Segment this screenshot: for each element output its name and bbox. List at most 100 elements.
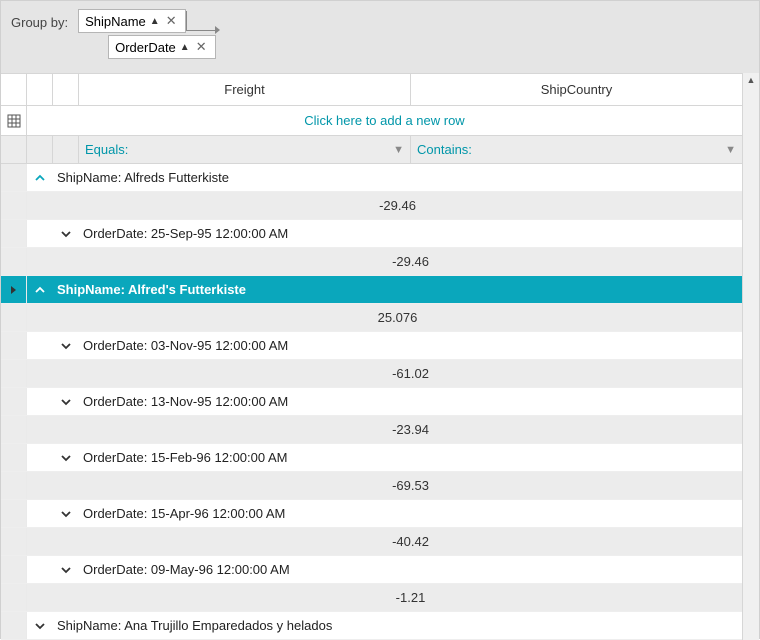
row-header	[1, 612, 27, 639]
subgroup-caption: OrderDate: 03-Nov-95 12:00:00 AM	[79, 332, 742, 359]
current-row-indicator-icon	[11, 286, 16, 294]
summary-value: -61.02	[79, 360, 742, 387]
row-header	[1, 220, 27, 247]
filter-cell-shipcountry[interactable]: Contains: ▼	[411, 136, 742, 163]
expand-toggle[interactable]	[53, 500, 79, 527]
expand-toggle[interactable]	[53, 388, 79, 415]
subgroup-summary-row: -69.53	[1, 472, 742, 500]
indent-spacer	[53, 416, 79, 443]
group-caption: ShipName: Alfreds Futterkiste	[53, 164, 742, 191]
filter-cell-freight[interactable]: Equals: ▼	[79, 136, 411, 163]
data-grid: Group by: ShipName ▲ ✕ OrderDate ▲ ✕	[0, 0, 760, 639]
indent-spacer	[53, 528, 79, 555]
group-chip-label: OrderDate	[115, 40, 176, 55]
subgroup-caption: OrderDate: 13-Nov-95 12:00:00 AM	[79, 388, 742, 415]
indent-spacer	[27, 528, 53, 555]
remove-chip-icon[interactable]: ✕	[164, 13, 179, 29]
sort-asc-icon: ▲	[150, 16, 160, 27]
group-chip-shipname[interactable]: ShipName ▲ ✕	[78, 9, 186, 33]
row-header-spacer	[1, 74, 27, 105]
subgroup-caption: OrderDate: 15-Feb-96 12:00:00 AM	[79, 444, 742, 471]
indent-spacer	[27, 74, 53, 105]
summary-value: -23.94	[79, 416, 742, 443]
column-header-shipcountry[interactable]: ShipCountry	[411, 74, 742, 105]
subgroup-row[interactable]: OrderDate: 25-Sep-95 12:00:00 AM	[1, 220, 742, 248]
summary-value: -69.53	[79, 472, 742, 499]
expand-toggle[interactable]	[53, 444, 79, 471]
expand-toggle[interactable]	[53, 220, 79, 247]
summary-value: -29.46	[53, 192, 742, 219]
indent-spacer	[53, 472, 79, 499]
filter-funnel-icon[interactable]: ▼	[393, 144, 404, 156]
row-header	[1, 332, 27, 359]
summary-value: -40.42	[79, 528, 742, 555]
row-header	[1, 248, 27, 275]
add-row-icon	[1, 106, 27, 135]
subgroup-summary-row: -23.94	[1, 416, 742, 444]
subgroup-row[interactable]: OrderDate: 09-May-96 12:00:00 AM	[1, 556, 742, 584]
expand-toggle[interactable]	[27, 612, 53, 639]
row-header	[1, 528, 27, 555]
group-by-label: Group by:	[11, 15, 68, 30]
indent-spacer	[27, 416, 53, 443]
filter-funnel-icon[interactable]: ▼	[725, 144, 736, 156]
row-header	[1, 388, 27, 415]
group-caption: ShipName: Ana Trujillo Emparedados y hel…	[53, 612, 742, 639]
add-new-row-text[interactable]: Click here to add a new row	[27, 106, 742, 135]
expand-toggle[interactable]	[53, 556, 79, 583]
group-row[interactable]: ShipName: Ana Trujillo Emparedados y hel…	[1, 612, 742, 640]
group-summary-row: -29.46	[1, 192, 742, 220]
indent-spacer	[27, 136, 53, 163]
group-chip-orderdate[interactable]: OrderDate ▲ ✕	[108, 35, 216, 59]
subgroup-row[interactable]: OrderDate: 15-Feb-96 12:00:00 AM	[1, 444, 742, 472]
remove-chip-icon[interactable]: ✕	[194, 39, 209, 55]
subgroup-summary-row: -29.46	[1, 248, 742, 276]
indent-spacer	[27, 332, 53, 359]
expand-toggle[interactable]	[27, 276, 53, 303]
row-header	[1, 164, 27, 191]
grid-body: ShipName: Alfreds Futterkiste-29.46Order…	[1, 164, 742, 640]
subgroup-row[interactable]: OrderDate: 15-Apr-96 12:00:00 AM	[1, 500, 742, 528]
indent-spacer	[27, 444, 53, 471]
subgroup-row[interactable]: OrderDate: 03-Nov-95 12:00:00 AM	[1, 332, 742, 360]
summary-value: -1.21	[79, 584, 742, 611]
subgroup-summary-row: -40.42	[1, 528, 742, 556]
indent-spacer	[53, 360, 79, 387]
row-header	[1, 360, 27, 387]
subgroup-caption: OrderDate: 09-May-96 12:00:00 AM	[79, 556, 742, 583]
summary-value: 25.076	[53, 304, 742, 331]
indent-spacer	[27, 304, 53, 331]
row-header	[1, 472, 27, 499]
vertical-scrollbar[interactable]: ▲	[742, 73, 759, 640]
group-row[interactable]: ShipName: Alfred's Futterkiste	[1, 276, 742, 304]
indent-spacer	[27, 388, 53, 415]
expand-toggle[interactable]	[27, 164, 53, 191]
indent-spacer	[27, 192, 53, 219]
scroll-up-icon[interactable]: ▲	[743, 73, 759, 87]
group-row[interactable]: ShipName: Alfreds Futterkiste	[1, 164, 742, 192]
indent-spacer	[53, 248, 79, 275]
column-header-row: Freight ShipCountry	[1, 73, 742, 106]
indent-spacer	[27, 556, 53, 583]
add-new-row[interactable]: Click here to add a new row	[1, 106, 742, 136]
filter-operator-label: Equals:	[85, 142, 128, 157]
row-header-spacer	[1, 136, 27, 163]
indent-spacer	[53, 584, 79, 611]
expand-toggle[interactable]	[53, 332, 79, 359]
group-caption: ShipName: Alfred's Futterkiste	[53, 276, 742, 303]
group-chips: ShipName ▲ ✕ OrderDate ▲ ✕	[78, 9, 216, 63]
group-chip-label: ShipName	[85, 14, 146, 29]
row-header	[1, 444, 27, 471]
indent-spacer	[27, 248, 53, 275]
row-header	[1, 276, 27, 303]
indent-spacer	[53, 74, 79, 105]
subgroup-caption: OrderDate: 15-Apr-96 12:00:00 AM	[79, 500, 742, 527]
row-header	[1, 416, 27, 443]
filter-operator-label: Contains:	[417, 142, 472, 157]
indent-spacer	[27, 472, 53, 499]
indent-spacer	[27, 584, 53, 611]
subgroup-row[interactable]: OrderDate: 13-Nov-95 12:00:00 AM	[1, 388, 742, 416]
chip-connector-icon	[186, 11, 216, 31]
column-header-freight[interactable]: Freight	[79, 74, 411, 105]
group-by-panel: Group by: ShipName ▲ ✕ OrderDate ▲ ✕	[1, 1, 759, 73]
